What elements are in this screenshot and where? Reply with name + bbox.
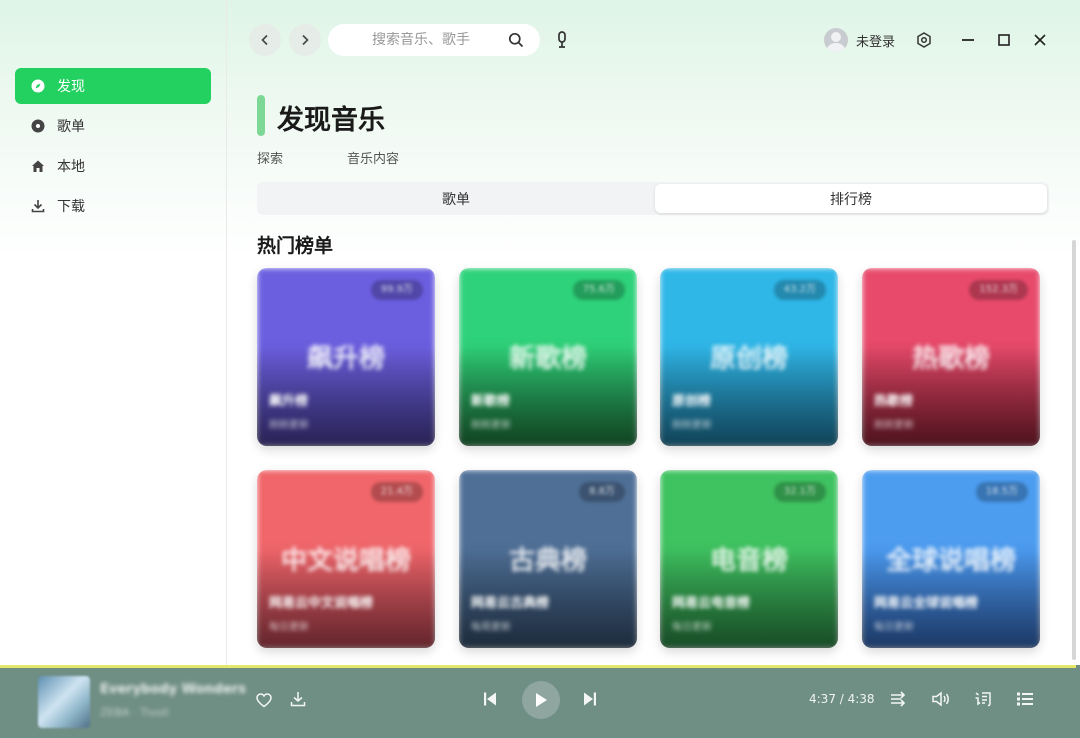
sidebar-item-download[interactable]: 下载	[15, 188, 211, 224]
previous-track-icon[interactable]	[480, 689, 500, 709]
card-update: 刚刚更新	[471, 420, 511, 431]
card-title: 新歌榜	[471, 394, 511, 409]
sidebar-item-discover[interactable]: 发现	[15, 68, 211, 104]
play-count-badge: 43.2万	[773, 280, 826, 300]
chevron-right-icon	[302, 34, 309, 46]
tab-bar: 歌单 排行榜	[257, 182, 1049, 215]
card-update: 每日更新	[874, 622, 914, 633]
card-title: 网易云电音榜	[672, 596, 751, 611]
back-button[interactable]	[249, 24, 281, 56]
card-title: 飙升榜	[269, 394, 309, 409]
card-update: 刚刚更新	[874, 420, 914, 431]
download-icon[interactable]	[289, 690, 307, 708]
section-title: 热门榜单	[257, 235, 334, 257]
sidebar-item-playlists[interactable]: 歌单	[15, 108, 211, 144]
subtitle-content: 音乐内容	[347, 152, 400, 167]
compass-icon	[31, 79, 45, 93]
search-box	[328, 24, 542, 56]
lyrics-icon[interactable]	[973, 690, 993, 708]
subtitle-explore: 探索	[257, 152, 284, 167]
card-update: 每日更新	[672, 622, 712, 633]
card-cover-text: 原创榜	[709, 344, 788, 374]
playlist-icon[interactable]	[1015, 690, 1035, 708]
tab-playlists[interactable]: 歌单	[257, 182, 655, 215]
song-artist: ZEBA · Tivoli	[100, 706, 169, 719]
card-update: 刚刚更新	[269, 420, 309, 431]
playback-time: 4:37 / 4:38	[809, 692, 875, 706]
card-cover-text: 新歌榜	[508, 344, 587, 374]
settings-icon[interactable]	[915, 31, 933, 49]
play-icon	[536, 693, 547, 707]
chart-card[interactable]: 75.6万 新歌榜 新歌榜 刚刚更新	[459, 268, 637, 446]
card-title: 原创榜	[672, 394, 712, 409]
play-count-badge: 8.8万	[579, 482, 625, 502]
page-title: 发现音乐	[277, 105, 385, 136]
sidebar-item-label: 发现	[57, 79, 85, 95]
card-update: 每日更新	[269, 622, 309, 633]
sidebar-item-label: 歌单	[57, 119, 85, 135]
card-update: 刚刚更新	[672, 420, 712, 431]
title-accent-bar	[257, 95, 265, 136]
card-cover-text: 古典榜	[508, 546, 587, 576]
login-label: 未登录	[856, 34, 896, 50]
card-cover-text: 中文说唱榜	[280, 546, 411, 576]
card-update: 每周更新	[471, 622, 511, 633]
play-count-badge: 99.9万	[370, 280, 423, 300]
sidebar-item-label: 本地	[57, 159, 85, 175]
scrollbar[interactable]	[1072, 240, 1076, 660]
chart-card[interactable]: 43.2万 原创榜 原创榜 刚刚更新	[660, 268, 838, 446]
chart-card[interactable]: 21.4万 中文说唱榜 网易云中文说唱榜 每日更新	[257, 470, 435, 648]
download-icon	[31, 199, 45, 213]
user-login[interactable]: 未登录	[824, 28, 895, 52]
forward-button[interactable]	[289, 24, 321, 56]
card-title: 网易云中文说唱榜	[269, 596, 374, 611]
chart-card[interactable]: 8.8万 古典榜 网易云古典榜 每周更新	[459, 470, 637, 648]
play-mode-icon[interactable]	[889, 690, 909, 708]
microphone-icon[interactable]	[554, 31, 570, 53]
card-title: 热歌榜	[874, 394, 914, 409]
play-count-badge: 32.1万	[773, 482, 826, 502]
next-track-icon[interactable]	[580, 689, 600, 709]
sidebar: 发现 歌单 本地 下载	[0, 0, 227, 666]
card-cover-text: 全球说唱榜	[885, 546, 1016, 576]
home-icon	[31, 159, 45, 173]
play-count-badge: 75.6万	[572, 280, 625, 300]
card-title: 网易云古典榜	[471, 596, 550, 611]
album-cover[interactable]	[38, 676, 90, 728]
search-icon[interactable]	[508, 32, 524, 52]
card-cover-text: 电音榜	[709, 546, 788, 576]
song-title: Everybody Wonders	[100, 682, 246, 697]
minimize-icon[interactable]	[959, 31, 977, 49]
play-count-badge: 18.5万	[975, 482, 1028, 502]
chart-card[interactable]: 152.3万 热歌榜 热歌榜 刚刚更新	[862, 268, 1040, 446]
card-title: 网易云全球说唱榜	[874, 596, 979, 611]
heart-icon[interactable]	[255, 691, 273, 709]
maximize-icon[interactable]	[995, 31, 1013, 49]
card-cover-text: 飙升榜	[306, 344, 385, 374]
play-button[interactable]	[522, 681, 560, 719]
chart-card[interactable]: 32.1万 电音榜 网易云电音榜 每日更新	[660, 470, 838, 648]
card-cover-text: 热歌榜	[911, 344, 990, 374]
play-count-badge: 21.4万	[370, 482, 423, 502]
app-window: 发现 歌单 本地 下载 搜索音乐、歌手 未登录 发现音乐 探索 音乐内容 歌单 …	[0, 0, 1080, 738]
chart-card[interactable]: 18.5万 全球说唱榜 网易云全球说唱榜 每日更新	[862, 470, 1040, 648]
chart-card[interactable]: 99.9万 飙升榜 飙升榜 刚刚更新	[257, 268, 435, 446]
tab-charts[interactable]: 排行榜	[655, 184, 1047, 213]
volume-icon[interactable]	[930, 690, 952, 708]
play-count-badge: 152.3万	[969, 280, 1028, 300]
chevron-left-icon	[261, 34, 268, 46]
sidebar-item-label: 下载	[57, 199, 85, 215]
disc-icon	[31, 119, 45, 133]
close-icon[interactable]	[1031, 31, 1049, 49]
progress-bar[interactable]	[0, 665, 1076, 668]
avatar	[824, 28, 848, 52]
sidebar-item-local[interactable]: 本地	[15, 148, 211, 184]
